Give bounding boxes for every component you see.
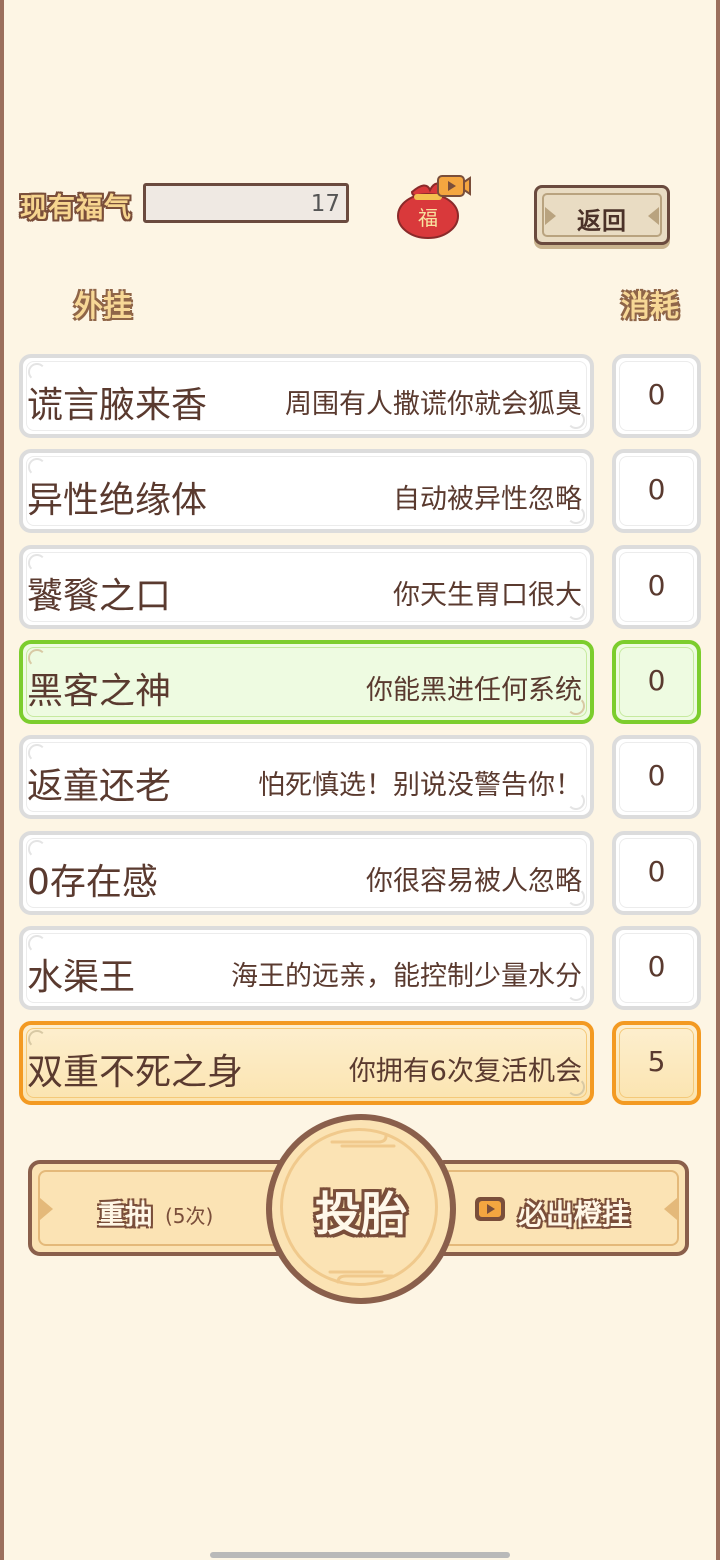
cheat-cost-box: 0	[612, 640, 701, 724]
cheat-cost-box: 5	[612, 1021, 701, 1105]
back-button[interactable]: 返回	[534, 185, 670, 245]
cheat-description: 自动被异性忽略	[393, 484, 582, 515]
cheat-row[interactable]: 谎言腋来香 周围有人撒谎你就会狐臭	[19, 354, 594, 438]
frame-right-edge	[716, 0, 720, 1560]
cheat-column-header: 外挂	[74, 289, 133, 323]
reroll-ornament	[40, 1198, 53, 1220]
cheat-cost-box: 0	[612, 449, 701, 533]
cheat-description: 海王的远亲，能控制少量水分	[231, 961, 582, 992]
reroll-inner-border	[38, 1170, 284, 1246]
cheat-row[interactable]: 0存在感 你很容易被人忽略	[19, 831, 594, 915]
cheat-description: 你拥有6次复活机会	[348, 1056, 582, 1087]
cost-column-header: 消耗	[621, 289, 680, 323]
cheat-cost: 0	[647, 473, 666, 506]
cheat-description: 你天生胃口很大	[393, 580, 582, 611]
svg-text:福: 福	[418, 206, 438, 230]
cheat-row[interactable]: 饕餮之口 你天生胃口很大	[19, 545, 594, 629]
cheat-cost-box: 0	[612, 926, 701, 1010]
back-button-label: 返回	[577, 207, 627, 235]
reincarnate-label: 投胎	[315, 1187, 407, 1241]
home-indicator[interactable]	[210, 1552, 510, 1558]
video-ad-icon	[475, 1197, 505, 1221]
cheat-name: 双重不死之身	[27, 1052, 244, 1093]
cheat-cost: 0	[647, 759, 666, 792]
cheat-name: 黑客之神	[27, 671, 172, 712]
reincarnate-button[interactable]: 投胎	[266, 1114, 456, 1304]
cheat-row[interactable]: 返童还老 怕死慎选！别说没警告你！	[19, 735, 594, 819]
cheat-name: 饕餮之口	[27, 576, 172, 617]
fortune-bag-video-button[interactable]: 福	[396, 172, 472, 242]
cheat-name: 水渠王	[27, 957, 136, 998]
cheat-cost: 0	[647, 664, 666, 697]
cheat-name: 返童还老	[27, 766, 172, 807]
cheat-description: 你能黑进任何系统	[366, 675, 582, 706]
cheat-cost: 5	[647, 1045, 666, 1078]
cheat-description: 怕死慎选！别说没警告你！	[258, 770, 582, 801]
cloud-ornament-bottom	[328, 1270, 394, 1284]
cheat-cost-box: 0	[612, 354, 701, 438]
cheat-name: 0存在感	[27, 862, 158, 903]
cheat-name: 异性绝缘体	[27, 480, 208, 521]
fortune-bag-icon: 福	[397, 175, 471, 239]
cheat-row[interactable]: 异性绝缘体 自动被异性忽略	[19, 449, 594, 533]
cheat-cost-box: 0	[612, 831, 701, 915]
guaranteed-orange-button[interactable]: 必出橙挂	[432, 1160, 689, 1256]
fortune-value: 17	[310, 191, 340, 217]
cheat-row[interactable]: 双重不死之身 你拥有6次复活机会	[19, 1021, 594, 1105]
cheat-description: 你很容易被人忽略	[366, 866, 582, 897]
cheat-name: 谎言腋来香	[27, 385, 208, 426]
cheat-cost: 0	[647, 855, 666, 888]
cloud-ornament-top	[330, 1134, 396, 1148]
cheat-cost-box: 0	[612, 545, 701, 629]
orange-ornament	[664, 1198, 677, 1220]
guaranteed-orange-label: 必出橙挂	[518, 1198, 631, 1231]
cheat-description: 周围有人撒谎你就会狐臭	[285, 389, 582, 420]
reroll-count: (5次)	[165, 1204, 214, 1228]
fortune-label: 现有福气	[20, 193, 132, 224]
cheat-cost-box: 0	[612, 735, 701, 819]
reroll-label: 重抽	[98, 1200, 152, 1231]
cheat-cost: 0	[647, 950, 666, 983]
fortune-value-box: 17	[143, 183, 349, 223]
frame-left-edge	[0, 0, 4, 1560]
cheat-cost: 0	[647, 569, 666, 602]
cheat-row[interactable]: 水渠王 海王的远亲，能控制少量水分	[19, 926, 594, 1010]
cheat-row[interactable]: 黑客之神 你能黑进任何系统	[19, 640, 594, 724]
reroll-button[interactable]: 重抽 (5次)	[28, 1160, 294, 1256]
cheat-cost: 0	[647, 378, 666, 411]
